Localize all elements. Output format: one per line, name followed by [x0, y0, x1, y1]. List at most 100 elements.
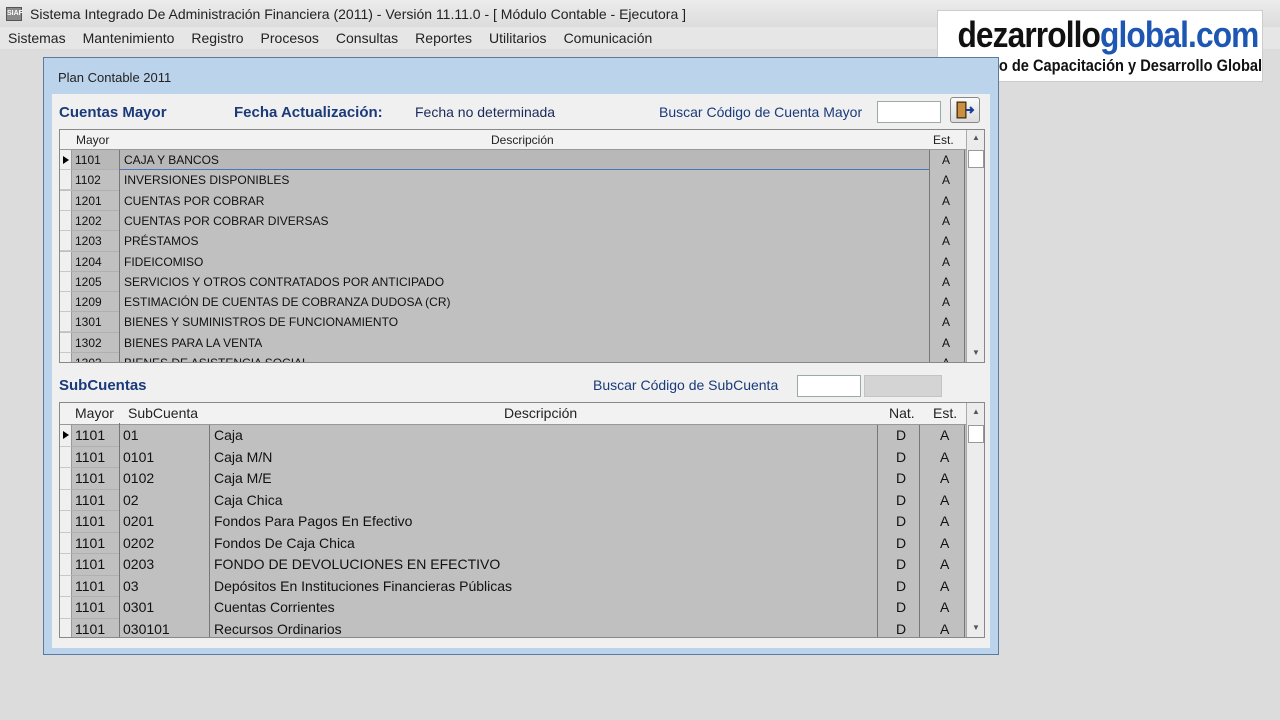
cell-mayor: 1302: [75, 335, 102, 350]
table-row[interactable]: 1101 0203 FONDO DE DEVOLUCIONES EN EFECTIV…: [60, 554, 966, 576]
col-header-nat[interactable]: Nat.: [889, 405, 915, 421]
cell-descripcion: Cuentas Corrientes: [214, 599, 335, 615]
cell-subcuenta: 0202: [123, 534, 155, 551]
table-row[interactable]: 1101 0102 Caja M/E D A: [60, 468, 966, 490]
cell-mayor: 1101: [75, 556, 106, 572]
cell-nat: D: [896, 577, 907, 594]
cell-est: A: [940, 448, 950, 465]
menu-mantenimiento[interactable]: Mantenimiento: [77, 30, 181, 46]
table-row[interactable]: 1303 BIENES DE ASISTENCIA SOCIAL A: [60, 353, 966, 363]
cell-nat: D: [896, 448, 907, 465]
form-title: Plan Contable 2011: [58, 70, 172, 85]
table-row[interactable]: 1101 0301 Cuentas Corrientes D A: [60, 597, 966, 619]
col-header-mayor[interactable]: Mayor: [75, 405, 114, 421]
table-row[interactable]: 1101 0202 Fondos De Caja Chica D A: [60, 533, 966, 555]
table-row[interactable]: 1203 PRÉSTAMOS A: [60, 231, 966, 251]
cell-nat: D: [896, 470, 907, 486]
cuentas-mayor-grid[interactable]: Mayor Descripción Est. 1101 CAJA Y BANCOS…: [59, 129, 985, 363]
cuentas-mayor-grid-header: Mayor Descripción Est.: [60, 130, 966, 150]
cell-subcuenta: 0101: [123, 448, 155, 465]
menu-registro[interactable]: Registro: [185, 30, 249, 46]
cell-est: A: [940, 491, 950, 508]
menu-reportes[interactable]: Reportes: [409, 30, 478, 46]
cuentas-mayor-scrollbar[interactable]: ▲ ▼: [966, 130, 984, 362]
col-header-subcuenta[interactable]: SubCuenta: [128, 405, 198, 421]
buscar-subcuenta-label: Buscar Código de SubCuenta: [593, 377, 779, 393]
scroll-up-icon[interactable]: ▲: [967, 133, 984, 142]
buscar-cuenta-mayor-label: Buscar Código de Cuenta Mayor: [659, 104, 863, 120]
table-row[interactable]: 1201 CUENTAS POR COBRAR A: [60, 191, 966, 211]
cell-mayor: 1101: [75, 534, 106, 551]
cell-est: A: [940, 513, 950, 529]
menu-sistemas[interactable]: Sistemas: [2, 30, 72, 46]
cell-subcuenta: 0102: [123, 470, 155, 486]
cell-mayor: 1101: [75, 599, 106, 615]
cell-nat: D: [896, 534, 907, 551]
cell-descripcion: BIENES DE ASISTENCIA SOCIAL: [124, 356, 309, 363]
fecha-actualizacion-label: Fecha Actualización:: [234, 104, 383, 121]
table-row[interactable]: 1102 INVERSIONES DISPONIBLES A: [60, 170, 966, 190]
cell-descripcion: INVERSIONES DISPONIBLES: [124, 173, 290, 188]
subcuentas-grid-header: Mayor SubCuenta Descripción Nat. Est.: [60, 403, 966, 425]
cell-mayor: 1203: [75, 234, 102, 249]
col-header-descripcion[interactable]: Descripción: [491, 133, 554, 147]
watermark-brand: dezarrolloglobal.com: [957, 13, 1259, 57]
cell-subcuenta: 0301: [123, 599, 155, 615]
cell-est: A: [940, 620, 950, 637]
buscar-cuenta-mayor-input[interactable]: [877, 101, 941, 123]
cell-descripcion: Fondos De Caja Chica: [214, 534, 355, 551]
cell-descripcion: Depósitos En Instituciones Financieras P…: [214, 577, 513, 594]
table-row[interactable]: 1301 BIENES Y SUMINISTROS DE FUNCIONAMIEN…: [60, 312, 966, 332]
menu-comunicacion[interactable]: Comunicación: [558, 30, 659, 46]
col-header-est[interactable]: Est.: [933, 405, 957, 421]
table-row[interactable]: 1101 02 Caja Chica D A: [60, 490, 966, 512]
table-row[interactable]: 1101 CAJA Y BANCOS A: [72, 150, 950, 170]
cell-mayor: 1202: [75, 213, 102, 228]
table-row[interactable]: 1302 BIENES PARA LA VENTA A: [60, 333, 966, 353]
col-header-mayor[interactable]: Mayor: [76, 133, 109, 147]
menu-procesos[interactable]: Procesos: [255, 30, 325, 46]
cell-descripcion: Caja M/N: [214, 448, 273, 465]
buscar-subcuenta-input[interactable]: [797, 375, 861, 397]
table-row[interactable]: 1101 03 Depósitos En Instituciones Financi…: [60, 576, 966, 598]
subcuentas-scrollbar[interactable]: ▲ ▼: [966, 403, 984, 637]
cell-est: A: [940, 534, 950, 551]
table-row[interactable]: 1101 01 Caja D A: [60, 425, 966, 447]
col-header-est[interactable]: Est.: [933, 133, 954, 147]
app-icon[interactable]: SIAF: [6, 6, 23, 21]
cell-subcuenta: 0203: [123, 556, 155, 572]
table-row[interactable]: 1101 0201 Fondos Para Pagos En Efectivo D A: [60, 511, 966, 533]
table-row[interactable]: 1101 030101 Recursos Ordinarios D A: [60, 619, 966, 638]
exit-button[interactable]: [950, 97, 980, 123]
form-client-area: Cuentas Mayor Fecha Actualización: Fecha…: [52, 94, 990, 648]
cell-descripcion: CUENTAS POR COBRAR DIVERSAS: [124, 213, 329, 228]
table-row[interactable]: 1205 SERVICIOS Y OTROS CONTRATADOS POR AN…: [60, 272, 966, 292]
cell-est: A: [940, 470, 950, 486]
cell-descripcion: ESTIMACIÓN DE CUENTAS DE COBRANZA DUDOSA…: [124, 295, 451, 310]
cell-descripcion: Fondos Para Pagos En Efectivo: [214, 513, 413, 529]
table-row[interactable]: 1209 ESTIMACIÓN DE CUENTAS DE COBRANZA DU…: [60, 292, 966, 312]
cell-est: A: [940, 577, 950, 594]
col-header-descripcion[interactable]: Descripción: [504, 405, 577, 421]
row-selector[interactable]: [60, 150, 72, 170]
subcuentas-grid[interactable]: Mayor SubCuenta Descripción Nat. Est. 11…: [59, 402, 985, 638]
scroll-down-icon[interactable]: ▼: [967, 348, 984, 357]
cell-descripcion: BIENES PARA LA VENTA: [124, 335, 263, 350]
cell-mayor: 1101: [75, 470, 106, 486]
cell-est: A: [942, 193, 951, 208]
exit-door-icon: [956, 101, 975, 119]
scroll-thumb[interactable]: [968, 425, 984, 443]
watermark-tagline: Centro de Capacitación y Desarrollo Glob…: [960, 56, 1263, 75]
menu-consultas[interactable]: Consultas: [330, 30, 404, 46]
subcuenta-action-button-disabled: [864, 375, 942, 397]
table-row[interactable]: 1204 FIDEICOMISO A: [60, 252, 966, 272]
cell-mayor: 1201: [75, 193, 102, 208]
scroll-down-icon[interactable]: ▼: [967, 623, 984, 632]
table-row[interactable]: 1202 CUENTAS POR COBRAR DIVERSAS A: [60, 211, 966, 231]
scroll-up-icon[interactable]: ▲: [967, 407, 984, 416]
scroll-thumb[interactable]: [968, 150, 984, 168]
cell-mayor: 1204: [75, 254, 102, 269]
menu-utilitarios[interactable]: Utilitarios: [483, 30, 553, 46]
table-row[interactable]: 1101 0101 Caja M/N D A: [60, 447, 966, 469]
cell-mayor: 1303: [75, 356, 102, 363]
